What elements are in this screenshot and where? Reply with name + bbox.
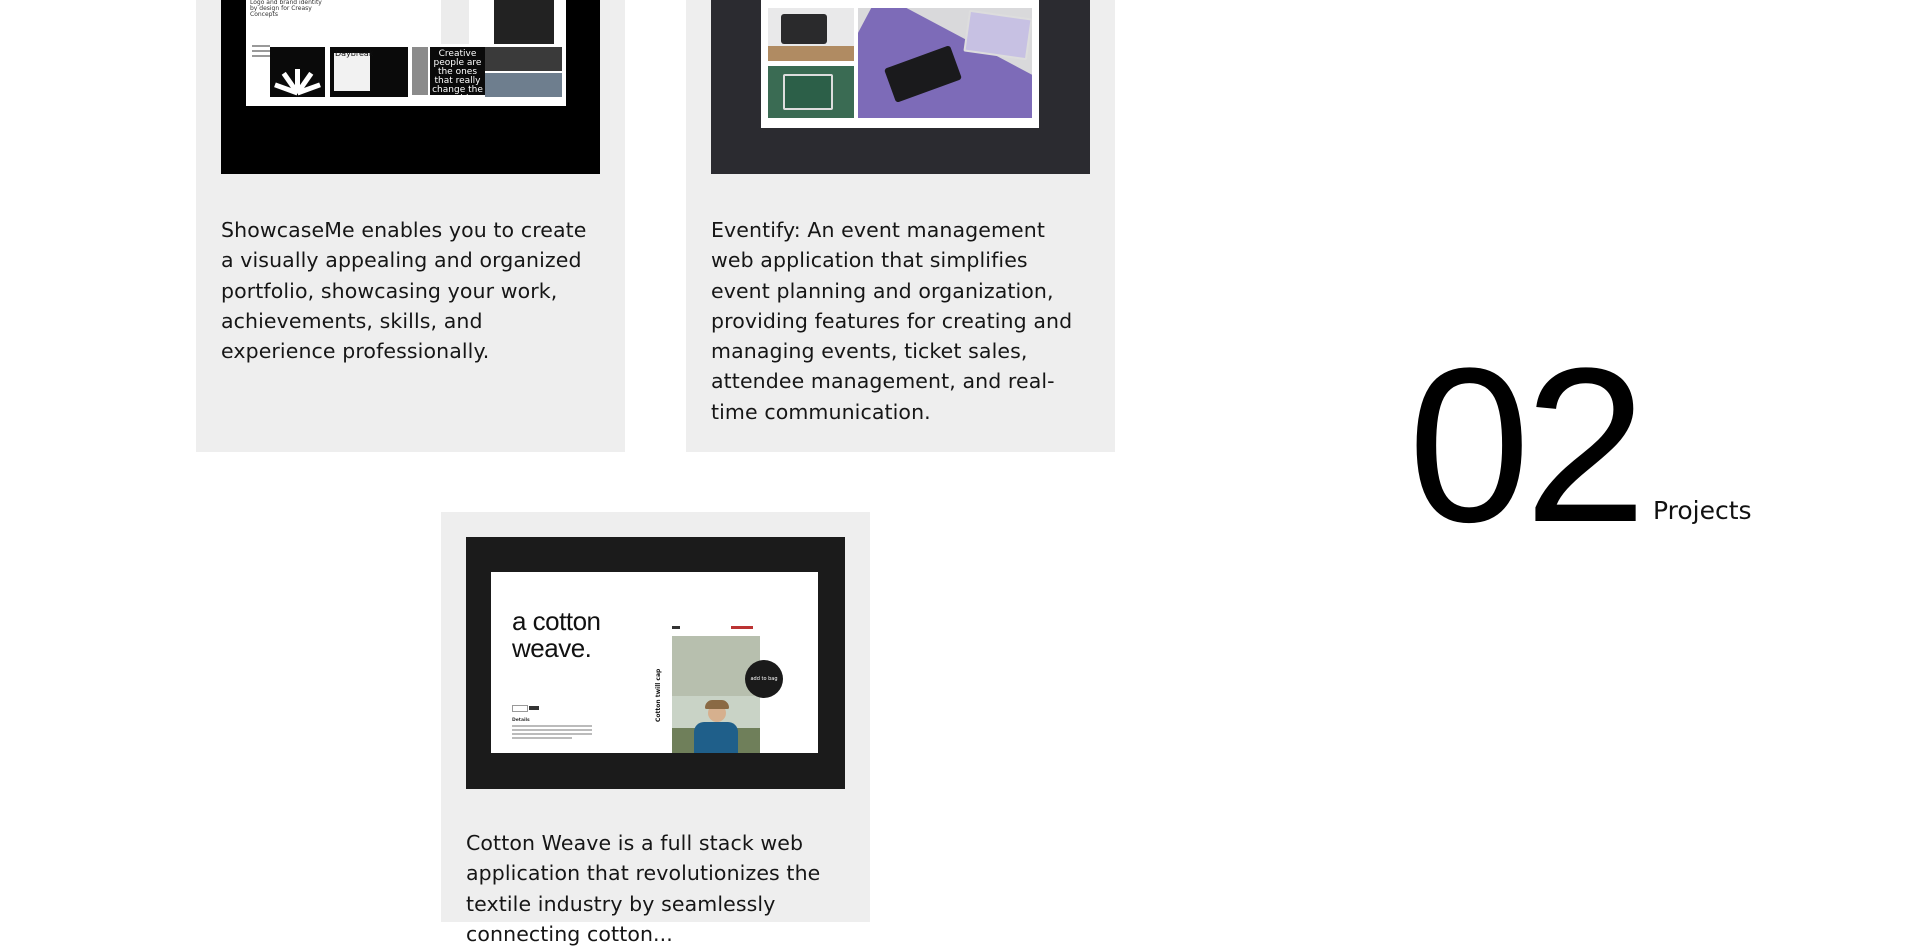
thumbnail-sheet: Logo and brand identity by design for Cr… — [246, 0, 566, 106]
project-card-eventify[interactable]: Eventify: An event management web applic… — [686, 0, 1115, 452]
sheet-title: Logo and brand identity by design for Cr… — [250, 0, 322, 18]
thumbnail-sheet: a cotton weave. Details add to bag Cotto… — [491, 572, 818, 753]
project-thumbnail[interactable] — [711, 0, 1090, 174]
vertical-label: Cotton twill cap — [655, 668, 662, 722]
thumbnail-sheet — [761, 0, 1039, 128]
project-thumbnail[interactable]: Logo and brand identity by design for Cr… — [221, 0, 600, 174]
logo-panel — [270, 47, 325, 97]
daybreak-panel: Daybreak — [330, 47, 408, 97]
project-count-number: 02 — [1408, 322, 1647, 568]
project-thumbnail[interactable]: a cotton weave. Details add to bag Cotto… — [466, 537, 845, 789]
quote-panel: Creative people are the ones that really… — [430, 47, 485, 104]
project-description: Eventify: An event management web applic… — [711, 218, 1073, 424]
model-photo — [672, 636, 760, 753]
project-card-showcaseme[interactable]: Logo and brand identity by design for Cr… — [196, 0, 625, 452]
project-description: Cotton Weave is a full stack web applica… — [466, 831, 821, 946]
project-count-label: Projects — [1653, 496, 1752, 525]
sunburst-icon — [274, 69, 321, 96]
project-card-cotton-weave[interactable]: a cotton weave. Details add to bag Cotto… — [441, 512, 870, 946]
add-to-bag-bubble: add to bag — [745, 660, 783, 698]
thumbnail-headline: a cotton weave. — [512, 606, 601, 663]
project-description: ShowcaseMe enables you to create a visua… — [221, 218, 587, 364]
